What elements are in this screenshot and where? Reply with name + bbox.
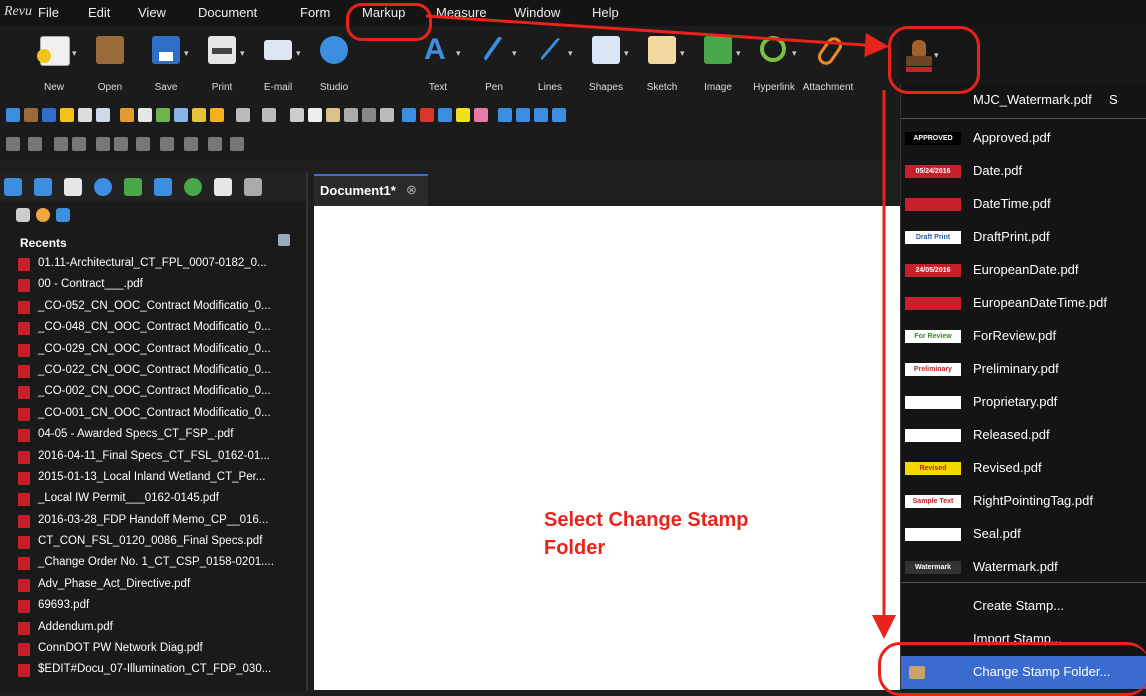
annotation-arrows bbox=[425, 14, 896, 639]
arrow-to-stamp bbox=[425, 14, 889, 57]
